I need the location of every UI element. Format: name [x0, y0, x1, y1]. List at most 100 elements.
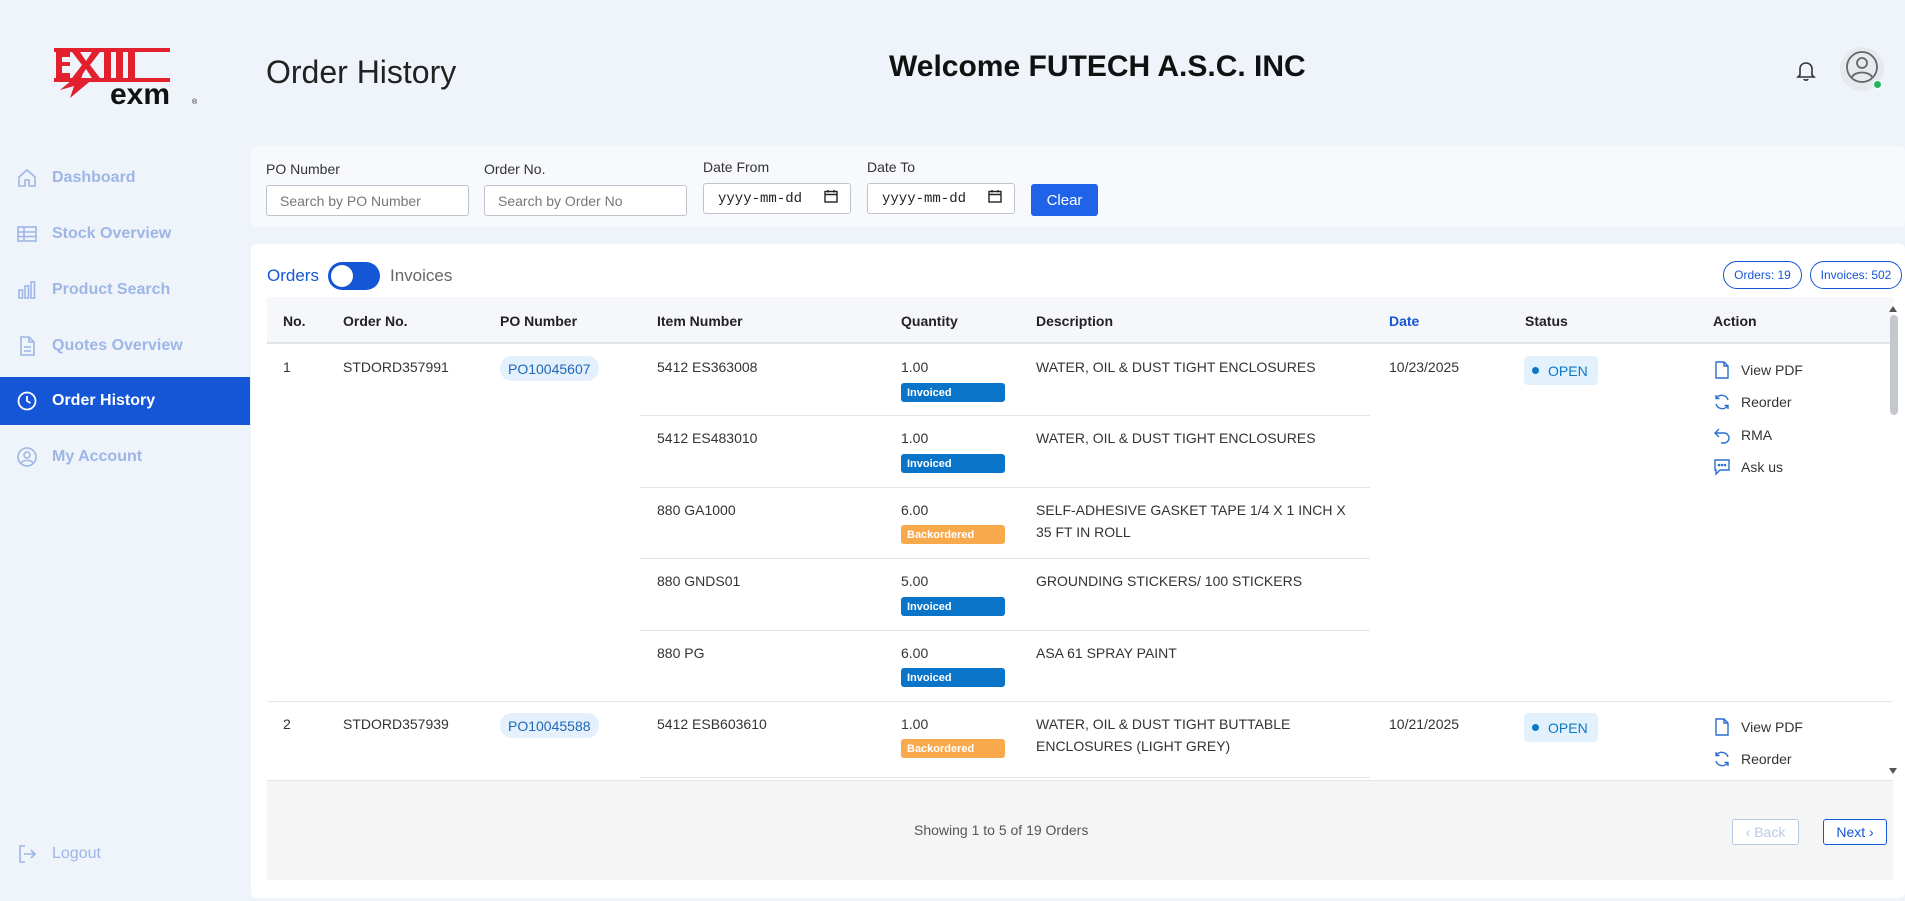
bar-chart-icon: [16, 279, 38, 301]
action-label: Reorder: [1741, 394, 1792, 410]
col-status: Status: [1525, 313, 1568, 329]
line-status-badge: Backordered: [901, 739, 1005, 758]
sidebar-item-label: Product Search: [52, 281, 171, 298]
po-number-link[interactable]: PO10045588: [500, 713, 599, 738]
line-status-badge: Invoiced: [901, 668, 1005, 687]
quantity-value: 1.00: [901, 359, 929, 375]
line-divider: [640, 777, 1370, 778]
item-description: GROUNDING STICKERS/ 100 STICKERS: [1036, 573, 1303, 589]
quantity-value: 6.00: [901, 645, 929, 661]
reorder-button[interactable]: Reorder: [1713, 393, 1792, 411]
view-pdf-button[interactable]: View PDF: [1713, 361, 1803, 379]
scrollbar-thumb[interactable]: [1890, 315, 1898, 415]
rma-button[interactable]: RMA: [1713, 426, 1772, 444]
toggle-invoices-label[interactable]: Invoices: [390, 266, 452, 286]
sidebar-item-order-history[interactable]: Order History: [0, 377, 250, 425]
page-title: Order History: [266, 54, 457, 90]
date-from-label: Date From: [703, 159, 770, 175]
sidebar: exm ® Dashboard Stock Overview Product S…: [0, 0, 250, 901]
refresh-icon: [1713, 750, 1731, 768]
line-divider: [640, 487, 1370, 488]
date-to-value: yyyy-mm-dd: [882, 190, 967, 207]
clear-button[interactable]: Clear: [1031, 184, 1098, 216]
order-date: 10/23/2025: [1389, 359, 1460, 375]
order-no-label: Order No.: [484, 161, 546, 177]
table-header: No. Order No. PO Number Item Number Quan…: [267, 297, 1893, 344]
date-to-input[interactable]: yyyy-mm-dd: [867, 183, 1015, 214]
quantity-value: 5.00: [901, 573, 929, 589]
order-row-no: 1: [283, 359, 291, 375]
sidebar-item-label: Quotes Overview: [52, 337, 183, 354]
po-number-link[interactable]: PO10045607: [500, 356, 599, 381]
return-arrow-icon: [1713, 426, 1731, 444]
item-description: WATER, OIL & DUST TIGHT ENCLOSURES: [1036, 430, 1316, 446]
sidebar-item-label: My Account: [52, 448, 143, 465]
logout-button[interactable]: Logout: [16, 843, 101, 865]
reorder-button[interactable]: Reorder: [1713, 750, 1792, 768]
col-action: Action: [1713, 313, 1757, 329]
line-status-badge: Invoiced: [901, 597, 1005, 616]
line-divider: [640, 630, 1370, 631]
po-number-input[interactable]: Search by PO Number: [266, 185, 469, 216]
quantity-value: 1.00: [901, 430, 929, 446]
action-label: RMA: [1741, 427, 1773, 443]
order-number: STDORD357991: [343, 359, 449, 375]
order-row-no: 2: [283, 716, 291, 732]
sidebar-item-product-search[interactable]: Product Search: [0, 266, 250, 314]
clock-icon: [16, 390, 38, 412]
next-page-button[interactable]: Next ›: [1823, 819, 1887, 845]
line-divider: [640, 415, 1370, 416]
quantity-value: 1.00: [901, 716, 929, 732]
sidebar-item-stock-overview[interactable]: Stock Overview: [0, 210, 250, 258]
refresh-icon: [1713, 393, 1731, 411]
toggle-orders-label[interactable]: Orders: [267, 266, 319, 286]
online-status-dot: [1873, 80, 1882, 89]
status-dot: [1532, 724, 1539, 731]
sidebar-item-dashboard[interactable]: Dashboard: [0, 154, 250, 202]
welcome-message: Welcome FUTECH A.S.C. INC: [889, 50, 1306, 83]
item-number: 880 GNDS01: [657, 573, 741, 589]
invoices-count-badge: Invoices: 502: [1810, 261, 1902, 289]
order-no-input[interactable]: Search by Order No: [484, 185, 687, 216]
bell-icon[interactable]: [1796, 60, 1816, 87]
col-no: No.: [283, 313, 306, 329]
row-divider: [267, 701, 1893, 702]
calendar-icon[interactable]: [824, 189, 838, 208]
calendar-icon[interactable]: [988, 189, 1002, 208]
item-number: 5412 ES483010: [657, 430, 758, 446]
back-page-button[interactable]: ‹ Back: [1732, 819, 1799, 845]
col-po-number: PO Number: [500, 313, 578, 329]
orders-count-badge: Orders: 19: [1723, 261, 1802, 289]
ask-us-button[interactable]: Ask us: [1713, 458, 1783, 476]
line-status-badge: Invoiced: [901, 454, 1005, 473]
table-icon: [16, 223, 38, 245]
item-description-line2: ENCLOSURES (LIGHT GREY): [1036, 738, 1231, 754]
item-description-line2: 35 FT IN ROLL: [1036, 524, 1131, 540]
view-toggle: Orders Invoices: [267, 262, 452, 290]
home-icon: [16, 167, 38, 189]
status-dot: [1532, 367, 1539, 374]
sidebar-item-label: Order History: [52, 392, 156, 409]
orders-invoices-switch[interactable]: [327, 262, 380, 290]
pagination-summary: Showing 1 to 5 of 19 Orders: [914, 822, 1089, 838]
switch-knob: [330, 265, 353, 287]
col-item-number: Item Number: [657, 313, 743, 329]
view-pdf-button[interactable]: View PDF: [1713, 718, 1803, 736]
table-body: 1 STDORD357991 PO10045607 5412 ES363008 …: [267, 344, 1893, 780]
item-description: ASA 61 SPRAY PAINT: [1036, 645, 1177, 661]
user-avatar[interactable]: [1840, 47, 1884, 91]
sidebar-item-my-account[interactable]: My Account: [0, 433, 250, 481]
po-number-label: PO Number: [266, 161, 340, 177]
line-status-badge: Backordered: [901, 525, 1005, 544]
date-from-input[interactable]: yyyy-mm-dd: [703, 183, 851, 214]
order-status-text: OPEN: [1548, 719, 1588, 736]
sidebar-item-label: Stock Overview: [52, 225, 172, 242]
col-description: Description: [1036, 313, 1114, 329]
date-from-value: yyyy-mm-dd: [718, 190, 803, 207]
item-description: WATER, OIL & DUST TIGHT BUTTABLE: [1036, 716, 1291, 732]
col-quantity: Quantity: [901, 313, 958, 329]
col-order-no: Order No.: [343, 313, 408, 329]
line-status-badge: Invoiced: [901, 383, 1005, 402]
sidebar-item-quotes-overview[interactable]: Quotes Overview: [0, 322, 250, 370]
col-date-sortable[interactable]: Date: [1389, 313, 1419, 329]
